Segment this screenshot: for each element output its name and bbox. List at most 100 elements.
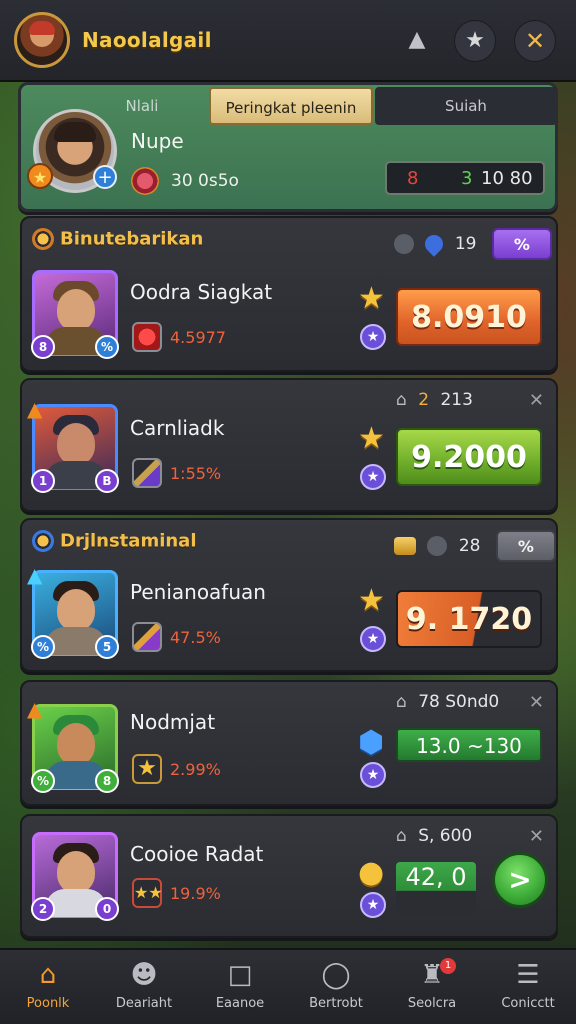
go-button[interactable]: > [492, 852, 548, 908]
class-badge: 8 [95, 769, 119, 793]
value-box[interactable]: 9. 1720 [396, 590, 542, 648]
nav-clock[interactable]: ◯ Bertrobt [288, 950, 384, 1024]
nav-person[interactable]: ☻ Deariaht [96, 950, 192, 1024]
hero-portrait[interactable]: ▲ 1 B [27, 397, 119, 493]
tab-suiah[interactable]: Suiah [375, 87, 557, 125]
hero-portrait[interactable]: ▲ % 5 [27, 563, 119, 659]
level-badge: 8 [31, 335, 55, 359]
profile-card: Nlali Peringkat pleenin Suiah ★ + Nupe 3… [18, 82, 558, 212]
meta-value: 213 [440, 390, 473, 410]
hero-face [57, 289, 95, 331]
list-item[interactable]: Binutebarikan 19 % 8 % Oodra Siagkat 4.5… [20, 216, 558, 372]
meta-value: S, 600 [418, 826, 473, 846]
star-badge-icon: ★ [27, 163, 53, 189]
value-box[interactable]: 42, 0 [396, 862, 476, 914]
hero-face [57, 589, 95, 631]
purple-star-icon: ★ [360, 892, 386, 918]
value-box[interactable]: 9.2000 [396, 428, 542, 486]
home-icon: ⌂ [39, 960, 57, 990]
bottom-nav: ⌂ Poonlk ☻ Deariaht □ Eaanoe ◯ Bertrobt … [0, 948, 576, 1024]
nav-menu[interactable]: ☰ Conicctt [480, 950, 576, 1024]
coin-icon [394, 537, 416, 555]
nav-castle[interactable]: ♜ 1 Seolcra [384, 950, 480, 1024]
top-bar: Naoolalgail ▲ ★ ✕ [0, 0, 576, 82]
percent-button[interactable]: % [495, 530, 556, 562]
hero-portrait[interactable]: 8 % [31, 270, 119, 359]
hero-face [57, 851, 95, 893]
class-badge: B [95, 469, 119, 493]
value-box[interactable]: 13.0 ~130 [396, 728, 542, 762]
class-badge: 5 [95, 635, 119, 659]
player-avatar[interactable] [14, 12, 70, 68]
notification-badge: 1 [440, 958, 456, 974]
hero-portrait[interactable]: ▲ % 8 [27, 697, 119, 793]
row-meta: 28 % [394, 530, 556, 562]
row-meta: ⌂ 2 213 [396, 390, 473, 410]
item-percent: 47.5% [170, 628, 221, 647]
purple-star-icon: ★ [360, 324, 386, 350]
section-title: Drjlnstaminal [32, 530, 197, 558]
corner-badge-icon: ▲ [27, 563, 43, 587]
sword-icon [132, 622, 162, 652]
list-item[interactable]: ⌂ 78 S0nd0 ✕ ▲ % 8 Nodmjat ★ 2.99% ⬢ ★ 1… [20, 680, 558, 806]
item-percent: 19.9% [170, 884, 221, 903]
close-icon[interactable]: ✕ [529, 692, 544, 713]
menu-icon: ☰ [516, 960, 540, 990]
person-icon: ☻ [130, 960, 158, 990]
gold-star-icon: ★ [358, 421, 385, 456]
list-item[interactable]: ⌂ S, 600 ✕ 2 0 Cooioe Radat ★★ 19.9% ● ★… [20, 814, 558, 938]
row-meta: 19 % [394, 228, 552, 260]
hero-name: Cooioe Radat [130, 842, 264, 866]
star-item-icon: ★ [132, 754, 162, 784]
gem-icon [131, 167, 159, 195]
hero-name: Nodmjat [130, 710, 216, 734]
row-meta: ⌂ S, 600 [396, 826, 472, 846]
row-meta: ⌂ 78 S0nd0 [396, 692, 499, 712]
meta-value: 19 [454, 234, 477, 254]
gem-icon [421, 231, 448, 257]
close-icon[interactable]: ✕ [514, 20, 556, 62]
rank-box: 8 3 10 80 [385, 161, 545, 195]
medal-icon [32, 228, 54, 250]
profile-score: 30 0s5o [171, 171, 239, 191]
stone-icon [427, 536, 448, 556]
helmet-lock-icon[interactable]: ▲ [396, 20, 438, 62]
percent-button[interactable]: % [491, 228, 552, 260]
close-icon[interactable]: ✕ [529, 390, 544, 411]
rank-a: 8 [407, 168, 419, 189]
nav-label: Deariaht [115, 996, 173, 1011]
gold-star-icon: ★ [358, 583, 385, 618]
add-icon[interactable]: + [93, 165, 117, 189]
medal-icon [32, 530, 54, 552]
corner-badge-icon: ▲ [27, 697, 43, 721]
purple-star-icon: ★ [360, 464, 386, 490]
ruby-icon [132, 322, 162, 352]
star-icon[interactable]: ★ [454, 20, 496, 62]
rank-b: 3 [461, 168, 473, 189]
nav-label: Conicctt [501, 996, 555, 1011]
hero-face [57, 723, 95, 765]
key-icon [394, 234, 414, 254]
nav-label: Poonlk [26, 996, 70, 1011]
tab-bar: Nlali Peringkat pleenin Suiah [77, 85, 559, 127]
nav-label: Bertrobt [309, 996, 363, 1011]
hero-portrait[interactable]: 2 0 [31, 832, 119, 921]
purple-star-icon: ★ [360, 762, 386, 788]
list-item[interactable]: Drjlnstaminal 28 % ▲ % 5 Penianoafuan 47… [20, 518, 558, 672]
hero-face [57, 423, 95, 465]
game-title: Naoolalgail [82, 28, 212, 52]
value-box[interactable]: 8.0910 [396, 288, 542, 346]
double-star-icon: ★★ [132, 878, 163, 908]
list-item[interactable]: ⌂ 2 213 ✕ ▲ 1 B Carnliadk 1:55% ★ ★ 9.20… [20, 378, 558, 512]
class-badge: 0 [95, 897, 119, 921]
item-percent: 4.5977 [170, 328, 226, 347]
bookmark-icon: □ [227, 960, 253, 990]
coin-stack-icon: ● [358, 855, 385, 890]
nav-bookmark[interactable]: □ Eaanoe [192, 950, 288, 1024]
tab-peringkat[interactable]: Peringkat pleenin [209, 87, 373, 125]
nav-label: Seolcra [407, 996, 457, 1011]
purple-star-icon: ★ [360, 626, 386, 652]
item-percent: 1:55% [170, 464, 222, 483]
close-icon[interactable]: ✕ [529, 826, 544, 847]
nav-home[interactable]: ⌂ Poonlk [0, 950, 96, 1024]
